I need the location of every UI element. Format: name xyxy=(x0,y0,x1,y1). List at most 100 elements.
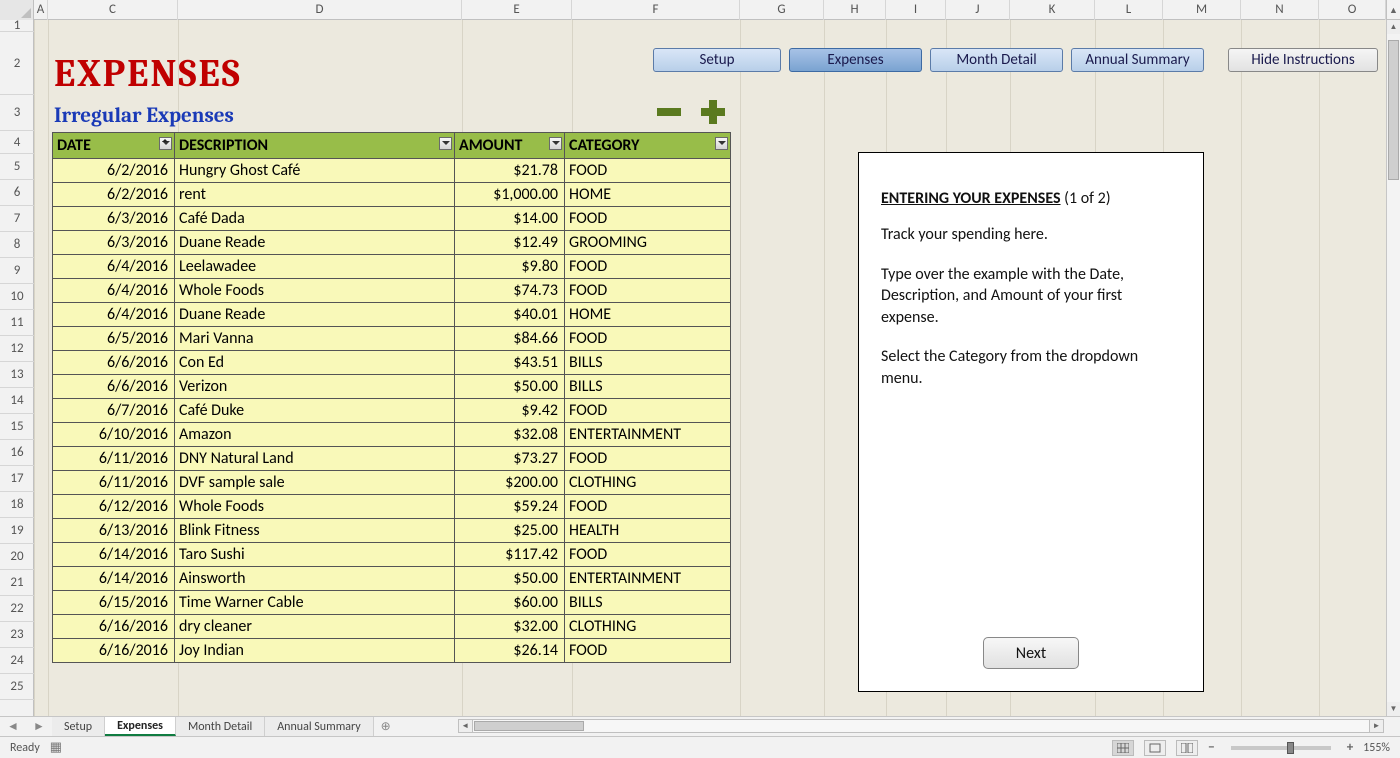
cell-date[interactable]: 6/6/2016 xyxy=(53,351,175,375)
cell-date[interactable]: 6/4/2016 xyxy=(53,255,175,279)
cell-description[interactable]: Duane Reade xyxy=(175,303,455,327)
cell-description[interactable]: DVF sample sale xyxy=(175,471,455,495)
cell-amount[interactable]: $14.00 xyxy=(455,207,565,231)
column-header-E[interactable]: E xyxy=(462,0,572,20)
cell-amount[interactable]: $9.80 xyxy=(455,255,565,279)
row-header-15[interactable]: 15 xyxy=(0,414,34,440)
row-header-21[interactable]: 21 xyxy=(0,570,34,596)
cell-date[interactable]: 6/10/2016 xyxy=(53,423,175,447)
row-header-3[interactable]: 3 xyxy=(0,95,34,131)
cell-amount[interactable]: $21.78 xyxy=(455,159,565,183)
cell-description[interactable]: Taro Sushi xyxy=(175,543,455,567)
cell-amount[interactable]: $25.00 xyxy=(455,519,565,543)
next-button[interactable]: Next xyxy=(983,637,1079,669)
cell-category[interactable]: ENTERTAINMENT xyxy=(565,567,731,591)
cell-amount[interactable]: $26.14 xyxy=(455,639,565,663)
hscroll-thumb[interactable] xyxy=(474,721,584,731)
cell-description[interactable]: dry cleaner xyxy=(175,615,455,639)
column-header-D[interactable]: D xyxy=(178,0,462,20)
cell-amount[interactable]: $73.27 xyxy=(455,447,565,471)
row-header-18[interactable]: 18 xyxy=(0,492,34,518)
cell-category[interactable]: FOOD xyxy=(565,447,731,471)
sheet-tab-setup[interactable]: Setup xyxy=(52,717,105,736)
cell-date[interactable]: 6/2/2016 xyxy=(53,183,175,207)
row-header-22[interactable]: 22 xyxy=(0,596,34,622)
cell-date[interactable]: 6/4/2016 xyxy=(53,279,175,303)
cell-category[interactable]: HOME xyxy=(565,183,731,207)
month-detail-button[interactable]: Month Detail xyxy=(930,48,1063,72)
row-header-14[interactable]: 14 xyxy=(0,388,34,414)
cell-category[interactable]: FOOD xyxy=(565,255,731,279)
row-header-6[interactable]: 6 xyxy=(0,180,34,206)
cell-date[interactable]: 6/15/2016 xyxy=(53,591,175,615)
zoom-level[interactable]: 155% xyxy=(1363,741,1390,755)
cell-description[interactable]: Whole Foods xyxy=(175,279,455,303)
row-header-8[interactable]: 8 xyxy=(0,232,34,258)
cell-description[interactable]: Con Ed xyxy=(175,351,455,375)
remove-row-button[interactable] xyxy=(654,97,684,127)
cell-amount[interactable]: $59.24 xyxy=(455,495,565,519)
cell-date[interactable]: 6/16/2016 xyxy=(53,615,175,639)
cell-date[interactable]: 6/5/2016 xyxy=(53,327,175,351)
scroll-down-button[interactable]: ▼ xyxy=(1387,702,1400,716)
column-header-K[interactable]: K xyxy=(1010,0,1095,20)
cell-category[interactable]: ENTERTAINMENT xyxy=(565,423,731,447)
column-header-I[interactable]: I xyxy=(886,0,946,20)
cell-category[interactable]: FOOD xyxy=(565,327,731,351)
row-header-4[interactable]: 4 xyxy=(0,131,34,154)
cell-description[interactable]: Ainsworth xyxy=(175,567,455,591)
cell-category[interactable]: FOOD xyxy=(565,399,731,423)
row-header-11[interactable]: 11 xyxy=(0,310,34,336)
cell-category[interactable]: FOOD xyxy=(565,495,731,519)
cell-date[interactable]: 6/3/2016 xyxy=(53,231,175,255)
col-header-amount[interactable]: AMOUNT xyxy=(455,133,565,159)
cell-category[interactable]: CLOTHING xyxy=(565,615,731,639)
cell-date[interactable]: 6/4/2016 xyxy=(53,303,175,327)
row-header-19[interactable]: 19 xyxy=(0,518,34,544)
view-normal-button[interactable] xyxy=(1112,740,1134,756)
filter-icon[interactable] xyxy=(439,137,452,150)
view-page-break-button[interactable] xyxy=(1176,740,1198,756)
cell-amount[interactable]: $40.01 xyxy=(455,303,565,327)
column-header-J[interactable]: J xyxy=(946,0,1010,20)
cell-date[interactable]: 6/7/2016 xyxy=(53,399,175,423)
column-header-L[interactable]: L xyxy=(1095,0,1163,20)
worksheet-area[interactable]: EXPENSES Irregular Expenses SetupExpense… xyxy=(34,20,1386,716)
cell-date[interactable]: 6/6/2016 xyxy=(53,375,175,399)
cell-description[interactable]: Café Duke xyxy=(175,399,455,423)
cell-date[interactable]: 6/11/2016 xyxy=(53,471,175,495)
cell-category[interactable]: FOOD xyxy=(565,639,731,663)
cell-description[interactable]: Mari Vanna xyxy=(175,327,455,351)
row-header-17[interactable]: 17 xyxy=(0,466,34,492)
cell-description[interactable]: Leelawadee xyxy=(175,255,455,279)
row-header-10[interactable]: 10 xyxy=(0,284,34,310)
cell-description[interactable]: Blink Fitness xyxy=(175,519,455,543)
zoom-in-button[interactable]: + xyxy=(1347,740,1353,755)
cell-date[interactable]: 6/13/2016 xyxy=(53,519,175,543)
cell-amount[interactable]: $117.42 xyxy=(455,543,565,567)
add-row-button[interactable] xyxy=(698,97,728,127)
hscroll-right-button[interactable]: ► xyxy=(1369,720,1383,732)
row-header-5[interactable]: 5 xyxy=(0,154,34,180)
filter-icon[interactable] xyxy=(549,137,562,150)
sheet-tab-annual-summary[interactable]: Annual Summary xyxy=(265,717,373,736)
cell-amount[interactable]: $1,000.00 xyxy=(455,183,565,207)
cell-date[interactable]: 6/14/2016 xyxy=(53,543,175,567)
cell-description[interactable]: Duane Reade xyxy=(175,231,455,255)
cell-description[interactable]: Whole Foods xyxy=(175,495,455,519)
cell-amount[interactable]: $32.00 xyxy=(455,615,565,639)
hide-instructions-button[interactable]: Hide Instructions xyxy=(1228,48,1378,72)
horizontal-scrollbar[interactable]: ◄ ► xyxy=(458,719,1384,733)
filter-icon[interactable] xyxy=(159,137,172,150)
cell-amount[interactable]: $74.73 xyxy=(455,279,565,303)
cell-description[interactable]: Time Warner Cable xyxy=(175,591,455,615)
tab-nav-next[interactable]: ► xyxy=(26,717,52,736)
row-header-2[interactable]: 2 xyxy=(0,32,34,95)
scroll-thumb[interactable] xyxy=(1388,40,1399,180)
cell-amount[interactable]: $9.42 xyxy=(455,399,565,423)
cell-amount[interactable]: $84.66 xyxy=(455,327,565,351)
cell-date[interactable]: 6/3/2016 xyxy=(53,207,175,231)
row-header-13[interactable]: 13 xyxy=(0,362,34,388)
zoom-slider-thumb[interactable] xyxy=(1287,742,1294,754)
cell-amount[interactable]: $60.00 xyxy=(455,591,565,615)
